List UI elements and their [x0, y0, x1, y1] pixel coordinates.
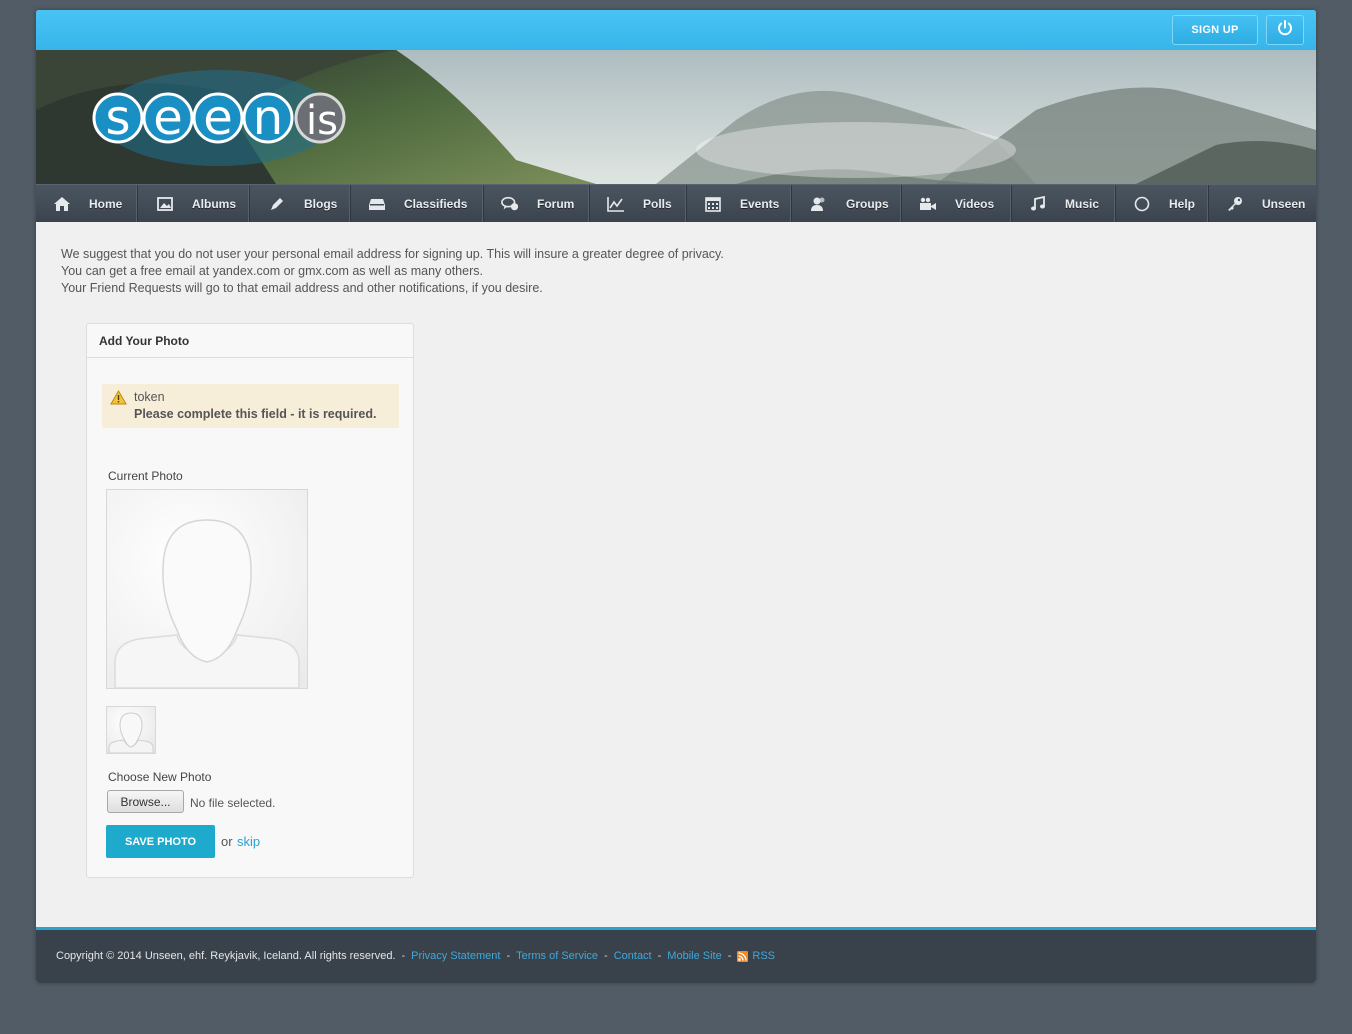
- copyright-text: Copyright © 2014 Unseen, ehf. Reykjavik,…: [56, 950, 396, 962]
- nav-label: Help: [1169, 196, 1196, 211]
- nav-label: Music: [1065, 196, 1100, 211]
- current-photo: [106, 489, 308, 689]
- music-icon: [1029, 195, 1047, 213]
- warning-icon: [110, 389, 127, 410]
- main-nav: Home Albums Blogs Classifieds Forum Poll…: [36, 184, 1316, 223]
- separator: -: [506, 950, 511, 962]
- svg-text:e: e: [153, 90, 183, 146]
- key-icon: [1226, 195, 1244, 213]
- terms-link[interactable]: Terms of Service: [516, 950, 598, 962]
- rss-link[interactable]: RSS: [752, 950, 775, 962]
- nav-label: Classifieds: [404, 196, 468, 211]
- alert-message: Please complete this field - it is requi…: [134, 407, 377, 421]
- chart-icon: [607, 195, 625, 213]
- nav-label: Unseen: [1262, 196, 1306, 211]
- login-button[interactable]: [1266, 15, 1304, 45]
- svg-text:e: e: [203, 90, 233, 146]
- separator: -: [401, 950, 406, 962]
- nav-label: Events: [740, 196, 780, 211]
- video-icon: [919, 195, 937, 213]
- nav-item-groups[interactable]: Groups: [792, 185, 902, 222]
- privacy-notice: We suggest that you do not user your per…: [61, 246, 724, 297]
- file-status-text: No file selected.: [190, 796, 276, 810]
- nav-item-forum[interactable]: Forum: [484, 185, 590, 222]
- nav-item-home[interactable]: Home: [36, 185, 138, 222]
- nav-label: Polls: [643, 196, 672, 211]
- circle-icon: [1133, 195, 1151, 213]
- alert-field-name: token: [134, 390, 165, 404]
- save-photo-button[interactable]: SAVE PHOTO: [106, 825, 215, 858]
- site-logo[interactable]: s e e n is: [88, 68, 358, 168]
- nav-label: Home: [89, 196, 123, 211]
- svg-text:n: n: [253, 90, 283, 146]
- notice-line: Your Friend Requests will go to that ema…: [61, 281, 543, 295]
- nav-item-polls[interactable]: Polls: [590, 185, 687, 222]
- notice-line: We suggest that you do not user your per…: [61, 247, 724, 261]
- rss-icon[interactable]: [737, 950, 749, 962]
- separator: -: [657, 950, 662, 962]
- main-content: We suggest that you do not user your per…: [36, 222, 1316, 927]
- nav-item-unseen[interactable]: Unseen: [1209, 185, 1316, 222]
- form-error-alert: token Please complete this field - it is…: [102, 384, 399, 428]
- nav-item-help[interactable]: Help: [1116, 185, 1209, 222]
- current-photo-thumbnail: [106, 706, 156, 754]
- avatar-placeholder-icon: [114, 519, 300, 689]
- pen-icon: [268, 195, 286, 213]
- mobile-site-link[interactable]: Mobile Site: [667, 950, 721, 962]
- skip-link[interactable]: skip: [237, 834, 260, 849]
- privacy-link[interactable]: Privacy Statement: [411, 950, 500, 962]
- home-icon: [53, 195, 71, 213]
- top-bar: SIGN UP: [36, 10, 1316, 51]
- or-text: or: [221, 834, 233, 849]
- users-icon: [810, 195, 828, 213]
- separator: -: [604, 950, 608, 962]
- svg-text:s: s: [105, 90, 130, 146]
- tray-icon: [368, 195, 386, 213]
- separator: -: [727, 950, 732, 962]
- nav-label: Forum: [537, 196, 575, 211]
- calendar-icon: [704, 195, 722, 213]
- nav-label: Albums: [192, 196, 237, 211]
- nav-item-classifieds[interactable]: Classifieds: [351, 185, 484, 222]
- nav-label: Groups: [846, 196, 889, 211]
- power-icon: [1276, 19, 1294, 42]
- panel-title: Add Your Photo: [87, 324, 413, 358]
- nav-item-music[interactable]: Music: [1012, 185, 1116, 222]
- nav-label: Videos: [955, 196, 995, 211]
- site-container: SIGN UP s e e n is Home Albums Blogs Cla…: [36, 10, 1316, 983]
- header-banner: s e e n is: [36, 50, 1316, 184]
- browse-file-button[interactable]: Browse...: [107, 790, 184, 813]
- avatar-thumbnail-icon: [108, 712, 154, 754]
- sign-up-button[interactable]: SIGN UP: [1172, 15, 1258, 45]
- svg-text:is: is: [306, 98, 338, 144]
- contact-link[interactable]: Contact: [614, 950, 652, 962]
- image-icon: [156, 195, 174, 213]
- footer-links: Copyright © 2014 Unseen, ehf. Reykjavik,…: [56, 950, 775, 962]
- current-photo-label: Current Photo: [108, 469, 183, 483]
- nav-item-events[interactable]: Events: [687, 185, 792, 222]
- choose-photo-label: Choose New Photo: [108, 770, 212, 784]
- site-footer: Copyright © 2014 Unseen, ehf. Reykjavik,…: [36, 927, 1316, 983]
- nav-item-albums[interactable]: Albums: [138, 185, 250, 222]
- nav-label: Blogs: [304, 196, 338, 211]
- chat-icon: [501, 195, 519, 213]
- nav-item-blogs[interactable]: Blogs: [250, 185, 351, 222]
- nav-item-videos[interactable]: Videos: [902, 185, 1012, 222]
- add-photo-panel: Add Your Photo token Please complete thi…: [86, 323, 414, 878]
- notice-line: You can get a free email at yandex.com o…: [61, 264, 483, 278]
